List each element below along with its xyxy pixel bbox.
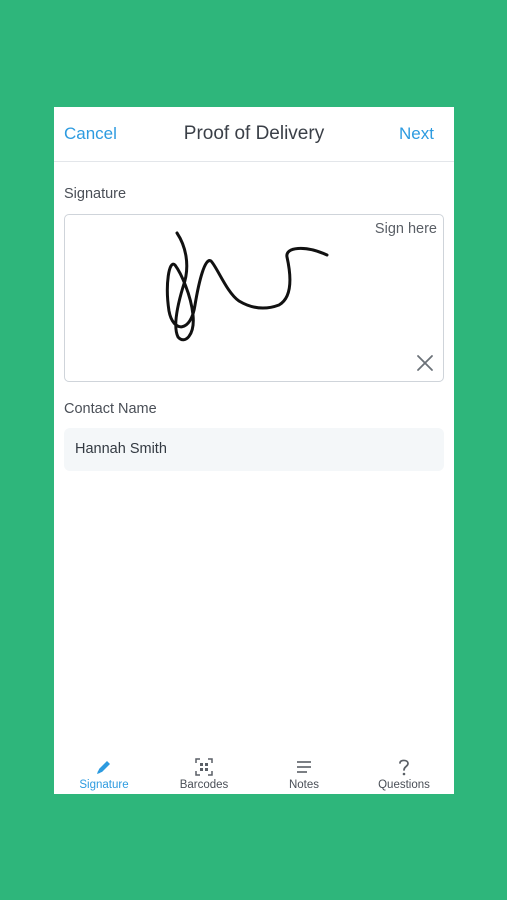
tab-barcodes[interactable]: Barcodes xyxy=(154,754,254,794)
question-mark-icon xyxy=(399,759,409,776)
tab-label: Questions xyxy=(378,779,430,791)
signature-label: Signature xyxy=(64,186,127,202)
signature-stroke xyxy=(165,231,329,342)
contact-name-field[interactable]: Hannah Smith xyxy=(64,428,444,471)
phone-screen: Cancel Proof of Delivery Next Signature … xyxy=(54,107,454,794)
tab-label: Notes xyxy=(288,779,320,791)
tab-signature[interactable]: Signature xyxy=(54,754,154,794)
notes-lines-icon xyxy=(297,761,311,773)
bottom-tab-bar: Signature Barcodes Notes Questions xyxy=(54,754,454,794)
signature-pad[interactable]: Sign here xyxy=(64,214,444,382)
tab-questions[interactable]: Questions xyxy=(354,754,454,794)
tab-notes[interactable]: Notes xyxy=(254,754,354,794)
tab-label: Barcodes xyxy=(179,779,229,791)
nav-header: Cancel Proof of Delivery Next xyxy=(54,107,454,162)
clear-signature-icon[interactable] xyxy=(415,353,435,373)
barcode-scan-icon xyxy=(195,758,213,776)
page-title: Proof of Delivery xyxy=(183,123,325,144)
tab-label: Signature xyxy=(79,779,129,791)
contact-name-label: Contact Name xyxy=(64,401,157,417)
next-button[interactable]: Next xyxy=(399,124,434,144)
pencil-icon xyxy=(97,761,110,774)
